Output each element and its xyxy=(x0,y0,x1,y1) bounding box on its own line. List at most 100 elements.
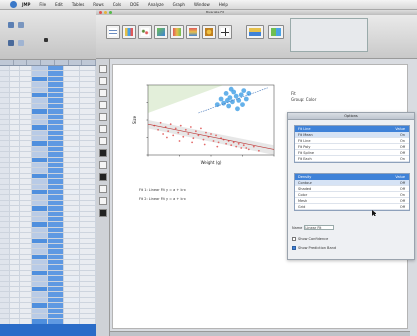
data-point[interactable] xyxy=(217,141,220,144)
table-rows[interactable] xyxy=(0,66,96,332)
data-point[interactable] xyxy=(245,147,248,149)
menu-file[interactable]: File xyxy=(39,2,46,7)
option-row[interactable]: Grid Off xyxy=(295,204,409,210)
name-field[interactable]: Linear Fit xyxy=(304,225,335,230)
data-point[interactable] xyxy=(241,88,247,93)
data-point[interactable] xyxy=(235,145,238,148)
scatter-plot[interactable]: Weight (g) Size xyxy=(130,81,280,171)
data-point[interactable] xyxy=(242,144,245,147)
line-tool-icon[interactable] xyxy=(99,137,107,145)
data-point[interactable] xyxy=(230,144,233,147)
apple-logo-icon[interactable] xyxy=(10,1,17,8)
menu-doe[interactable]: DOE xyxy=(130,2,139,7)
data-point[interactable] xyxy=(247,148,250,151)
data-point[interactable] xyxy=(157,128,159,131)
data-point[interactable] xyxy=(182,135,185,138)
data-point[interactable] xyxy=(237,142,240,145)
color-swatch-icon[interactable] xyxy=(99,173,107,181)
data-point[interactable] xyxy=(238,92,244,98)
data-point[interactable] xyxy=(218,96,224,102)
toolbar-inspector[interactable] xyxy=(290,18,368,52)
data-point[interactable] xyxy=(203,143,206,146)
data-point[interactable] xyxy=(240,147,243,149)
magnifier-tool-icon[interactable] xyxy=(99,113,107,121)
shape-tool-icon[interactable] xyxy=(99,197,107,205)
prediction-check-row[interactable]: Show Prediction Band xyxy=(292,246,336,250)
data-point[interactable] xyxy=(246,91,252,96)
data-point[interactable] xyxy=(216,145,219,148)
zoom-icon[interactable] xyxy=(246,25,264,39)
close-icon[interactable] xyxy=(99,11,102,14)
data-point[interactable] xyxy=(257,149,260,152)
arrow-tool-icon[interactable] xyxy=(99,65,107,73)
data-point[interactable] xyxy=(240,102,245,107)
menu-graph[interactable]: Graph xyxy=(173,2,185,7)
data-point[interactable] xyxy=(252,145,255,148)
data-point[interactable] xyxy=(228,86,234,92)
data-point[interactable] xyxy=(205,131,207,134)
filter-icon[interactable] xyxy=(18,40,24,46)
hand-tool-icon[interactable] xyxy=(99,77,107,85)
minimize-icon[interactable] xyxy=(104,11,107,14)
data-point[interactable] xyxy=(189,126,192,128)
script-icon[interactable] xyxy=(44,38,48,42)
data-point[interactable] xyxy=(243,96,249,102)
data-point[interactable] xyxy=(202,138,205,141)
data-point[interactable] xyxy=(167,130,170,133)
data-point[interactable] xyxy=(169,123,172,126)
brush-tool-icon[interactable] xyxy=(99,89,107,97)
menu-edit[interactable]: Edit xyxy=(55,2,63,7)
menu-cols[interactable]: Cols xyxy=(113,2,121,7)
prediction-checkbox[interactable] xyxy=(292,246,296,250)
confidence-checkbox[interactable] xyxy=(292,237,296,241)
annotate-tool-icon[interactable] xyxy=(99,161,107,169)
data-point[interactable] xyxy=(184,128,187,131)
data-point[interactable] xyxy=(192,137,195,140)
chart-icon[interactable] xyxy=(122,25,136,39)
data-point[interactable] xyxy=(233,93,239,99)
data-point[interactable] xyxy=(174,127,177,130)
data-point[interactable] xyxy=(210,133,212,135)
data-point[interactable] xyxy=(179,124,182,127)
columns-icon[interactable] xyxy=(18,22,24,28)
data-point[interactable] xyxy=(223,91,229,96)
paint-icon[interactable] xyxy=(202,25,216,39)
text-tool-icon[interactable] xyxy=(99,125,107,133)
data-point[interactable] xyxy=(197,134,200,137)
rows-icon[interactable] xyxy=(8,40,14,46)
confidence-check-row[interactable]: Show Confidence xyxy=(292,237,328,241)
table-icon[interactable] xyxy=(106,25,120,39)
menu-help[interactable]: Help xyxy=(219,2,228,7)
option-row[interactable]: Fit Each On xyxy=(295,156,409,162)
data-point[interactable] xyxy=(225,142,228,145)
lasso-tool-icon[interactable] xyxy=(99,101,107,109)
data-point[interactable] xyxy=(212,140,215,142)
menu-analyze[interactable]: Analyze xyxy=(148,2,164,7)
color-icon[interactable] xyxy=(170,25,184,39)
menu-app[interactable]: JMP xyxy=(22,2,30,7)
menu-tables[interactable]: Tables xyxy=(72,2,84,7)
data-point[interactable] xyxy=(172,134,175,137)
fill-tool-icon[interactable] xyxy=(99,149,107,157)
zoom-window-icon[interactable] xyxy=(109,11,112,14)
data-point[interactable] xyxy=(226,103,232,109)
crosshair-icon[interactable] xyxy=(218,25,232,39)
report-canvas[interactable]: Fit Group: Color Weight (g) Size Fit 1: L… xyxy=(112,64,415,329)
data-point[interactable] xyxy=(232,141,235,144)
data-point[interactable] xyxy=(178,140,181,142)
data-point[interactable] xyxy=(194,130,197,133)
scatter-icon[interactable] xyxy=(138,25,152,39)
spectrum-icon[interactable] xyxy=(186,25,200,39)
data-point[interactable] xyxy=(191,141,193,144)
data-point[interactable] xyxy=(235,106,240,112)
map-icon[interactable] xyxy=(154,25,168,39)
data-point[interactable] xyxy=(200,127,202,130)
marker-tool-icon[interactable] xyxy=(99,185,107,193)
data-point[interactable] xyxy=(187,133,190,135)
menu-window[interactable]: Window xyxy=(194,2,210,7)
ink-tool-icon[interactable] xyxy=(99,209,107,217)
horizontal-scrollbar[interactable] xyxy=(110,331,410,336)
legend-icon[interactable] xyxy=(268,25,284,39)
data-point[interactable] xyxy=(177,131,180,134)
data-point[interactable] xyxy=(215,134,217,137)
